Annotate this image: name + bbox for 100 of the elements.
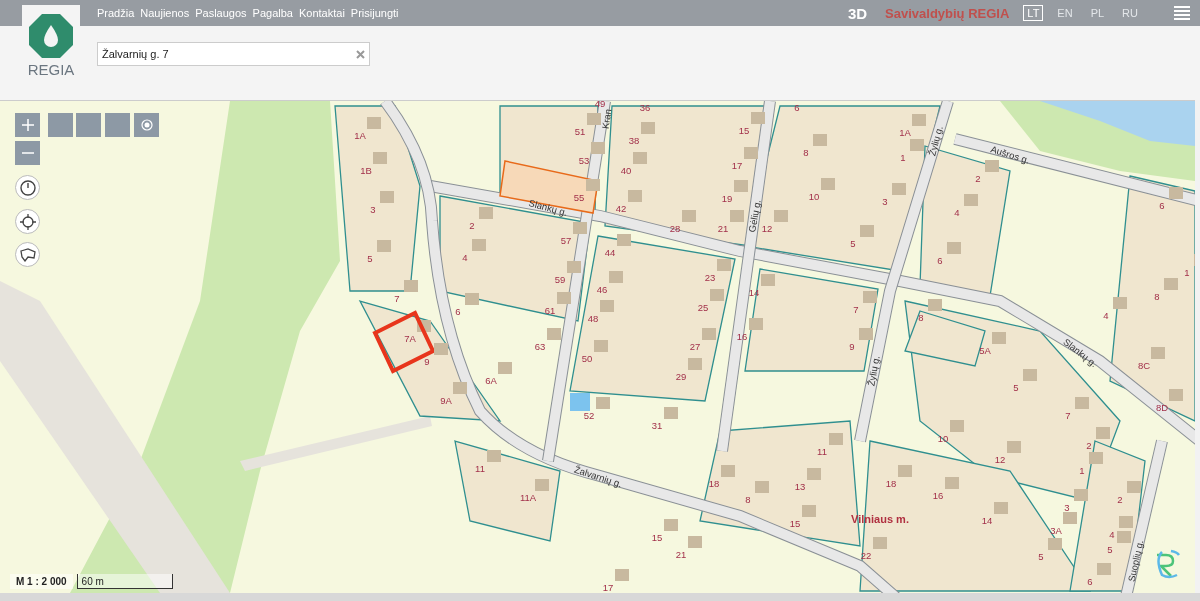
parcel-number[interactable]: 3A <box>1050 525 1062 536</box>
parcel-number[interactable]: 25 <box>697 302 709 313</box>
parcel-number[interactable]: 17 <box>602 582 614 593</box>
parcel-number[interactable]: 28 <box>669 223 681 234</box>
parcel-number[interactable]: 63 <box>534 341 546 352</box>
parcel-number[interactable]: 59 <box>554 274 566 285</box>
parcel-number[interactable]: 7A <box>404 333 416 344</box>
zoom-out-button[interactable] <box>15 141 40 165</box>
land-parcel[interactable] <box>454 440 561 542</box>
parcel-number[interactable]: 44 <box>604 247 616 258</box>
parcel-number[interactable]: 50 <box>581 353 593 364</box>
land-parcel[interactable] <box>1109 175 1195 423</box>
parcel-number[interactable]: 11A <box>519 492 537 503</box>
parcel-number[interactable]: 6 <box>455 306 461 317</box>
parcel-number[interactable]: 51 <box>574 126 586 137</box>
parcel-number[interactable]: 52 <box>583 410 595 421</box>
parcel-number[interactable]: 8 <box>745 494 751 505</box>
building <box>912 114 926 126</box>
parcel-number[interactable]: 6 <box>1159 200 1165 211</box>
parcel-number[interactable]: 8 <box>803 147 809 158</box>
parcel-number[interactable]: 5 <box>1013 382 1019 393</box>
parcel-number[interactable]: 9A <box>440 395 452 406</box>
parcel-number[interactable]: 2 <box>975 173 981 184</box>
parcel-number[interactable]: 11 <box>475 463 485 474</box>
parcel-number[interactable]: 1 <box>1079 465 1085 476</box>
parcel-number[interactable]: 8 <box>918 312 924 323</box>
parcel-number[interactable]: 17 <box>731 160 743 171</box>
parcel-number[interactable]: 15 <box>738 125 750 136</box>
parcel-number[interactable]: 49 <box>594 101 606 109</box>
parcel-number[interactable]: 9 <box>849 341 855 352</box>
parcel-number[interactable]: 21 <box>717 223 729 234</box>
building <box>910 139 924 151</box>
parcel-number[interactable]: 8D <box>1155 402 1169 413</box>
zoom-in-button[interactable] <box>15 113 40 137</box>
parcel-number[interactable]: 15 <box>789 518 801 529</box>
parcel-number[interactable]: 6 <box>937 255 943 266</box>
parcel-number[interactable]: 61 <box>544 305 556 316</box>
parcel-number[interactable]: 7 <box>853 304 859 315</box>
parcel-number[interactable]: 1 <box>1184 267 1190 278</box>
parcel-number[interactable]: 5A <box>979 345 991 356</box>
parcel-number[interactable]: 16 <box>736 331 748 342</box>
parcel-number[interactable]: 1A <box>354 130 366 141</box>
parcel-number[interactable]: 18 <box>708 478 720 489</box>
parcel-number[interactable]: 7 <box>1065 410 1071 421</box>
parcel-number[interactable]: 1 <box>900 152 906 163</box>
parcel-number[interactable]: 4 <box>954 207 960 218</box>
parcel-number[interactable]: 3 <box>882 196 888 207</box>
parcel-number[interactable]: 4 <box>462 252 468 263</box>
parcel-number[interactable]: 9 <box>424 356 430 367</box>
parcel-number[interactable]: 4 <box>1109 529 1115 540</box>
parcel-number[interactable]: 29 <box>675 371 687 382</box>
search-field[interactable]: Žalvarnių g. 7 <box>97 42 370 66</box>
parcel-number[interactable]: 6A <box>485 375 497 386</box>
parcel-number[interactable]: 5 <box>367 253 373 264</box>
parcel-number[interactable]: 15 <box>651 532 663 543</box>
land-parcel[interactable] <box>334 105 421 292</box>
parcel-number[interactable]: 27 <box>689 341 701 352</box>
parcel-number[interactable]: 2 <box>1086 440 1092 451</box>
parcel-number[interactable]: 11 <box>817 446 827 457</box>
parcel-number[interactable]: 53 <box>578 155 590 166</box>
parcel-number[interactable]: 21 <box>675 549 687 560</box>
parcel-number[interactable]: 10 <box>808 191 820 202</box>
parcel-number[interactable]: 6 <box>1087 576 1093 587</box>
parcel-number[interactable]: 4 <box>1103 310 1109 321</box>
parcel-number[interactable]: 19 <box>721 193 733 204</box>
close-icon[interactable] <box>356 49 365 59</box>
land-parcel[interactable] <box>569 235 736 402</box>
parcel-number[interactable]: 5 <box>1038 551 1044 562</box>
parcel-number[interactable]: 12 <box>994 454 1006 465</box>
parcel-number[interactable]: 31 <box>651 420 663 431</box>
parcel-number[interactable]: 14 <box>981 515 993 526</box>
parcel-number[interactable]: 13 <box>794 481 806 492</box>
parcel-number[interactable]: 7 <box>394 293 400 304</box>
parcel-number[interactable]: 3 <box>370 204 376 215</box>
parcel-number[interactable]: 40 <box>620 165 632 176</box>
parcel-number[interactable]: 42 <box>615 203 627 214</box>
parcel-number[interactable]: 16 <box>932 490 944 501</box>
parcel-number[interactable]: 8C <box>1137 360 1151 371</box>
parcel-number[interactable]: 12 <box>761 223 773 234</box>
parcel-number[interactable]: 5 <box>1107 544 1113 555</box>
parcel-number[interactable]: 38 <box>628 135 640 146</box>
parcel-number[interactable]: 1B <box>360 165 372 176</box>
parcel-number[interactable]: 57 <box>560 235 572 246</box>
parcel-number[interactable]: 8 <box>1154 291 1160 302</box>
parcel-number[interactable]: 2 <box>1117 494 1123 505</box>
parcel-number[interactable]: 5 <box>850 238 856 249</box>
logo-text: REGIA <box>27 61 75 78</box>
parcel-number[interactable]: 55 <box>573 192 585 203</box>
target-button[interactable] <box>134 113 159 137</box>
parcel-number[interactable]: 1A <box>899 127 911 138</box>
parcel-number[interactable]: 46 <box>596 284 608 295</box>
building <box>573 222 587 234</box>
menu-icon[interactable] <box>1174 6 1190 20</box>
parcel-number[interactable]: 6 <box>794 102 800 113</box>
building <box>761 274 775 286</box>
parcel-number[interactable]: 18 <box>885 478 897 489</box>
parcel-number[interactable]: 3 <box>1064 502 1070 513</box>
parcel-number[interactable]: 2 <box>469 220 475 231</box>
parcel-number[interactable]: 48 <box>587 313 599 324</box>
parcel-number[interactable]: 23 <box>704 272 716 283</box>
